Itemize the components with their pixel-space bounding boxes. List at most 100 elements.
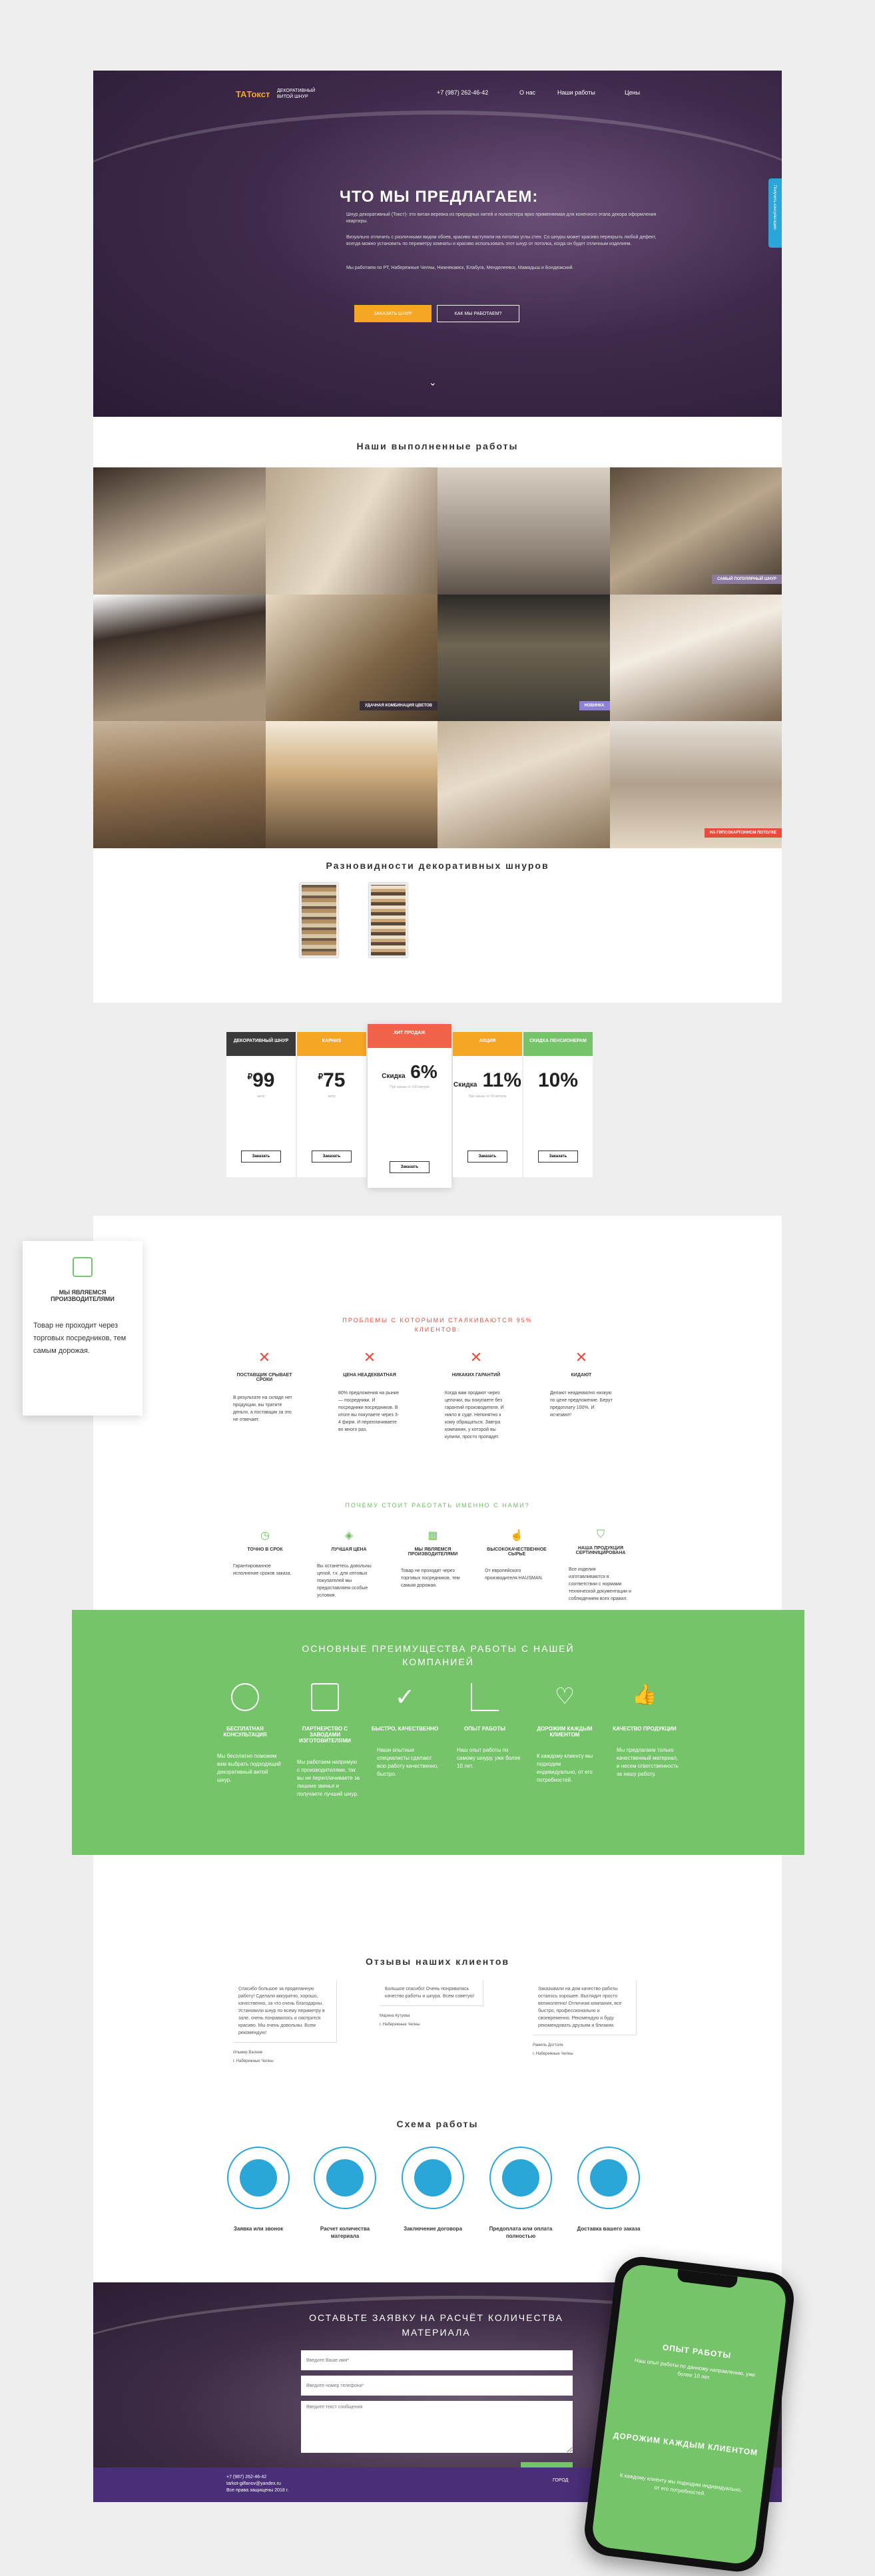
cord-sample-photo[interactable] [300, 883, 338, 957]
price-card-header: Скидка Пенсионерам [523, 1032, 593, 1056]
sliders-icon [314, 2147, 376, 2209]
advantage-item: Опыт работы Наш опыт работы по самому шну… [449, 1683, 521, 1770]
scheme-step: Заключение договора [401, 2147, 465, 2232]
grid-icon [311, 1683, 339, 1711]
logo-subtitle: Декоративный витой шнур [277, 89, 316, 99]
advantage-item: Бесплатная консультация Мы бесплатно помо… [209, 1683, 281, 1784]
gallery-photo[interactable] [93, 721, 266, 848]
why-item: ⛉ Наша продукция сертифицирована Все издел… [569, 1529, 633, 1603]
cord-sample-photo[interactable] [369, 883, 408, 957]
order-button[interactable]: Заказать [312, 1151, 352, 1162]
price-card-header: Хит продаж [368, 1024, 451, 1048]
ceiling-arc-decoration [93, 111, 782, 310]
phone-notch [677, 2269, 738, 2289]
gallery-photo[interactable] [438, 467, 610, 595]
price-card: Карниз ₽75 метр Заказать [297, 1032, 366, 1177]
hero-text-2: Визуально отличить с различными видом об… [346, 235, 657, 246]
problem-item: ✕ Цена неадекватная 80% предложения на ры… [338, 1349, 401, 1433]
gallery-photo[interactable] [93, 594, 266, 722]
price-card: Декоративный шнур ₽99 метр Заказать [226, 1032, 296, 1177]
price-note: При заказе от 50 метров [468, 1095, 507, 1099]
landing-page: TAТокст Декоративный витой шнур +7 (987)… [93, 71, 782, 2502]
shield-icon: ⛉ [596, 1529, 605, 1540]
gallery-photo[interactable] [93, 467, 266, 595]
heart-icon: ♡ [554, 1684, 575, 1709]
gallery-photo[interactable]: Новинка [438, 594, 610, 722]
thumbs-up-icon: 👍 [632, 1684, 657, 1706]
consultation-side-tab[interactable]: Получить консультацию [768, 178, 782, 248]
nav-phone[interactable]: +7 (987) 262-46-42 [437, 89, 488, 96]
advantage-item: Партнерство с заводами изготовителями Мы … [289, 1683, 361, 1798]
gallery-photo[interactable] [265, 721, 438, 848]
gallery-photo[interactable] [438, 721, 610, 848]
why-item: ◷ Точно в срок Гарантированное исполнение … [233, 1529, 297, 1577]
gallery-caption: Удачная комбинация цветов [360, 701, 438, 711]
truck-icon [577, 2147, 640, 2209]
order-button[interactable]: Заказать [538, 1151, 578, 1162]
phone-mockup: Опыт работы Наш опыт работы по данному н… [581, 2254, 797, 2575]
thumbs-up-icon: ☝ [510, 1530, 523, 1541]
nav-link-works[interactable]: Наши работы [557, 89, 595, 96]
order-button[interactable]: Заказать [241, 1151, 281, 1162]
name-input[interactable] [301, 2350, 573, 2370]
gallery-photo[interactable] [265, 467, 438, 595]
cross-icon: ✕ [363, 1349, 376, 1366]
scheme-step: Предоплата или оплата полностью [489, 2147, 553, 2240]
cords-title: Разновидности декоративных шнуров [326, 860, 549, 871]
price-card: Акция Скидка 11% При заказе от 50 метров… [453, 1032, 522, 1177]
phone-input[interactable] [301, 2376, 573, 2396]
advantages-title: Основные преимущества работы с нашей ком… [302, 1643, 575, 1667]
review-card: Заказывали на дом качество работы остало… [533, 1980, 637, 2058]
works-gallery: Самый популярный шнур Удачная комбинация… [93, 467, 782, 848]
thumbs-up-icon [402, 2147, 464, 2209]
gallery-caption: Самый популярный шнур [712, 574, 782, 584]
why-item: ☝ Высококачественное сырье От европейского… [485, 1529, 549, 1582]
message-textarea[interactable] [301, 2401, 573, 2453]
price-card-header: Декоративный шнур [226, 1032, 296, 1056]
gallery-photo[interactable]: На гипсокартонном потолке [609, 721, 782, 848]
scheme-step: Доставка вашего заказа [577, 2147, 641, 2232]
why-title: Почему стоит работать именно с нами? [345, 1502, 530, 1509]
reviews-title: Отзывы наших клиентов [365, 1956, 510, 1967]
form-title: Оставьте заявку на расчёт количества мат… [309, 2312, 563, 2338]
nav-link-about[interactable]: О нас [519, 89, 535, 96]
footer-logo[interactable]: ГОРОД [553, 2478, 568, 2483]
gallery-photo[interactable] [609, 594, 782, 722]
logo[interactable]: TAТокст [236, 89, 270, 99]
nav-link-prices[interactable]: Цены [625, 89, 640, 96]
clock-icon: ◷ [260, 1530, 270, 1541]
price-value: ₽75 [318, 1069, 346, 1091]
phone-text-2: К каждому клиенту мы подходим индивидуал… [619, 2472, 742, 2497]
scheme-step: Заявка или звонок [226, 2147, 290, 2232]
scheme-title: Схема работы [396, 2119, 479, 2129]
phone-title-2: Дорожим каждым клиентом [613, 2430, 758, 2457]
review-card: Спасибо большое за проделанную работу! С… [233, 1980, 337, 2065]
advantage-item: 👍 Качество продукции Мы предлагаем только … [613, 1684, 679, 1777]
gallery-caption: Новинка [579, 701, 610, 711]
price-card-featured: Хит продаж Скидка 6% При заказе от 100 м… [368, 1024, 451, 1188]
price-note: При заказе от 100 метров [390, 1085, 430, 1089]
how-we-work-button[interactable]: Как мы работаем? [437, 305, 519, 322]
order-button[interactable]: Заказать [467, 1151, 507, 1162]
checkmark-icon: ✓ [394, 1683, 416, 1710]
problem-item: ✕ Никаких гарантий Когда вам продают чере… [445, 1349, 507, 1441]
review-card: Большое спасибо! Очень понравилась качес… [380, 1980, 483, 2029]
grid-icon: ▦ [428, 1530, 438, 1541]
order-button[interactable]: Заказать [390, 1161, 430, 1173]
chart-icon [471, 1683, 499, 1711]
footer-contacts: +7 (987) 262-46-42 tarkot-gilfanov@yandex… [226, 2475, 289, 2493]
chat-icon [227, 2147, 290, 2209]
advantage-item: ✓ Быстро, качественно Наши опытные специал… [371, 1683, 439, 1777]
producer-card-title: Мы являемся производителями [51, 1289, 115, 1302]
gallery-photo[interactable]: Удачная комбинация цветов [265, 594, 438, 722]
price-unit: метр [257, 1095, 265, 1099]
price-tag-icon: ◈ [344, 1530, 354, 1541]
phone-screen: Опыт работы Наш опыт работы по данному н… [590, 2262, 788, 2566]
order-cord-button[interactable]: Заказать шнур [354, 305, 432, 322]
hero-title: Что мы предлагаем: [340, 188, 539, 206]
chevron-down-icon[interactable]: ⌄ [429, 377, 437, 388]
price-value: ₽99 [247, 1069, 275, 1091]
why-item: ▦ Мы являемся производителями Товар не про… [401, 1529, 465, 1589]
price-card: Скидка Пенсионерам 10% Заказать [523, 1032, 593, 1177]
gallery-photo[interactable]: Самый популярный шнур [609, 467, 782, 595]
